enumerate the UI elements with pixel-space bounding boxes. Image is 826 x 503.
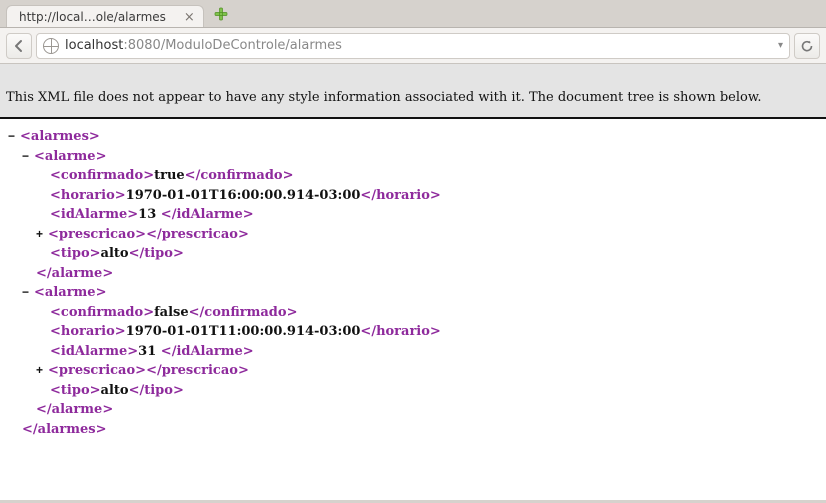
- back-button[interactable]: [6, 33, 32, 59]
- new-tab-button[interactable]: [212, 5, 230, 23]
- xml-field-prescricao: +<prescricao></prescricao>: [8, 225, 818, 245]
- tab-title: http://local…ole/alarmes: [19, 10, 166, 24]
- reload-icon: [800, 39, 814, 53]
- xml-root-open: −<alarmes>: [8, 127, 818, 147]
- xml-field-prescricao: +<prescricao></prescricao>: [8, 361, 818, 381]
- url-bar[interactable]: localhost:8080/ModuloDeControle/alarmes …: [36, 33, 790, 59]
- xml-field-horario: <horario>1970-01-01T11:00:00.914-03:00</…: [8, 322, 818, 342]
- reload-button[interactable]: [794, 33, 820, 59]
- xml-alarme-close: </alarme>: [8, 400, 818, 420]
- collapse-toggle[interactable]: −: [8, 127, 20, 145]
- close-icon[interactable]: ×: [184, 11, 195, 24]
- xml-field-idalarme: <idAlarme>13 </idAlarme>: [8, 205, 818, 225]
- xml-field-horario: <horario>1970-01-01T16:00:00.914-03:00</…: [8, 186, 818, 206]
- xml-alarme-open: −<alarme>: [8, 283, 818, 303]
- xml-field-confirmado: <confirmado>true</confirmado>: [8, 166, 818, 186]
- collapse-toggle[interactable]: −: [22, 147, 34, 165]
- xml-alarme-close: </alarme>: [8, 264, 818, 284]
- url-text: localhost:8080/ModuloDeControle/alarmes: [65, 38, 342, 53]
- browser-tab[interactable]: http://local…ole/alarmes ×: [6, 5, 204, 27]
- xml-notice: This XML file does not appear to have an…: [0, 64, 826, 119]
- xml-field-confirmado: <confirmado>false</confirmado>: [8, 303, 818, 323]
- nav-bar: localhost:8080/ModuloDeControle/alarmes …: [0, 28, 826, 64]
- tab-bar: http://local…ole/alarmes ×: [0, 0, 826, 28]
- chevron-down-icon[interactable]: ▾: [778, 40, 783, 51]
- xml-field-idalarme: <idAlarme>31 </idAlarme>: [8, 342, 818, 362]
- globe-icon: [43, 38, 59, 54]
- url-host: localhost: [65, 38, 123, 53]
- url-path: :8080/ModuloDeControle/alarmes: [123, 38, 342, 53]
- xml-field-tipo: <tipo>alto</tipo>: [8, 244, 818, 264]
- xml-alarme-open: −<alarme>: [8, 147, 818, 167]
- collapse-toggle[interactable]: −: [22, 283, 34, 301]
- xml-tree: −<alarmes> −<alarme> <confirmado>true</c…: [0, 119, 826, 500]
- expand-toggle[interactable]: +: [36, 225, 48, 243]
- xml-root-close: </alarmes>: [8, 420, 818, 440]
- expand-toggle[interactable]: +: [36, 361, 48, 379]
- xml-field-tipo: <tipo>alto</tipo>: [8, 381, 818, 401]
- plus-icon: [213, 6, 229, 22]
- arrow-left-icon: [12, 39, 26, 53]
